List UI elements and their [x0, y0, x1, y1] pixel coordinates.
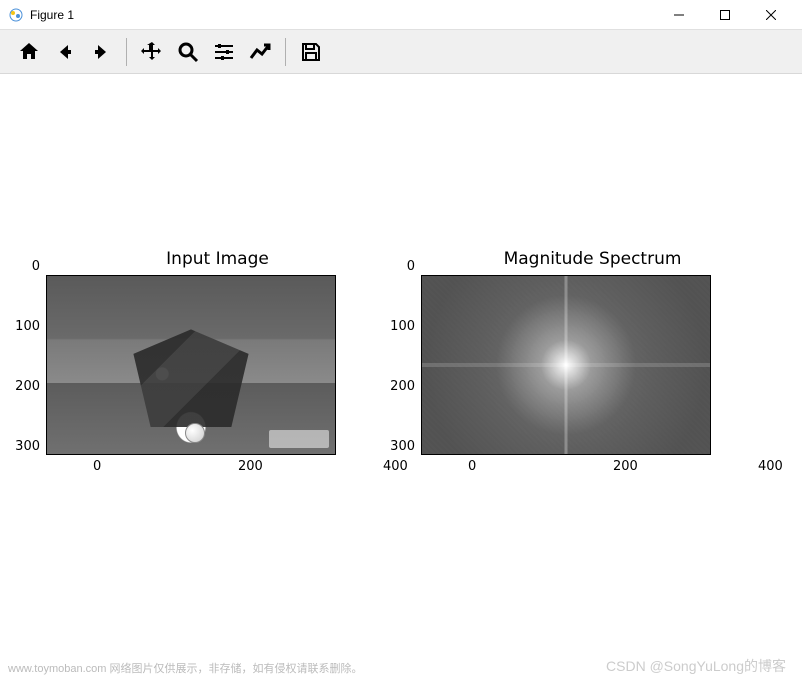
zoom-button[interactable]: [171, 35, 205, 69]
maximize-button[interactable]: [702, 0, 748, 30]
subplot-title: Magnitude Spectrum: [415, 249, 770, 269]
pan-button[interactable]: [135, 35, 169, 69]
input-image-content: [47, 276, 335, 454]
forward-arrow-icon: [89, 40, 113, 64]
minimize-button[interactable]: [656, 0, 702, 30]
toolbar-separator: [126, 38, 127, 66]
spectrum-image-content: [422, 276, 710, 454]
save-button[interactable]: [294, 35, 328, 69]
figure-canvas[interactable]: Input Image 0 100 200 300 0 200 400: [0, 74, 802, 656]
window-titlebar: Figure 1: [0, 0, 802, 30]
subplot-title: Input Image: [40, 249, 395, 269]
back-button[interactable]: [48, 35, 82, 69]
line-chart-icon: [248, 40, 272, 64]
zoom-icon: [176, 40, 200, 64]
back-arrow-icon: [53, 40, 77, 64]
watermark-left: www.toymoban.com 网络图片仅供展示，非存储，如有侵权请联系删除。: [8, 660, 362, 676]
matplotlib-toolbar: [0, 30, 802, 74]
image-axes[interactable]: [46, 275, 336, 455]
xtick-label: 400: [383, 459, 408, 474]
xtick-label: 0: [93, 459, 101, 474]
home-icon: [17, 40, 41, 64]
window-title: Figure 1: [30, 8, 656, 22]
save-icon: [299, 40, 323, 64]
xtick-label: 200: [238, 459, 263, 474]
sliders-icon: [212, 40, 236, 64]
subplot-magnitude-spectrum: Magnitude Spectrum 0 100 200 300 0 200 4…: [415, 249, 770, 459]
close-button[interactable]: [748, 0, 794, 30]
soccer-ball-icon: [185, 423, 205, 443]
toolbar-separator: [285, 38, 286, 66]
x-axis-ticks: 0 200 400: [480, 455, 770, 459]
x-axis-ticks: 0 200 400: [105, 455, 395, 459]
move-icon: [140, 40, 164, 64]
xtick-label: 400: [758, 459, 783, 474]
home-button[interactable]: [12, 35, 46, 69]
app-icon: [8, 7, 24, 23]
watermark-right: CSDN @SongYuLong的博客: [606, 656, 786, 676]
subplot-input-image: Input Image 0 100 200 300 0 200 400: [40, 249, 395, 459]
edit-axes-button[interactable]: [243, 35, 277, 69]
forward-button[interactable]: [84, 35, 118, 69]
window-controls: [656, 0, 794, 30]
subplot-row: Input Image 0 100 200 300 0 200 400: [40, 249, 782, 459]
xtick-label: 200: [613, 459, 638, 474]
configure-subplots-button[interactable]: [207, 35, 241, 69]
image-axes[interactable]: [421, 275, 711, 455]
xtick-label: 0: [468, 459, 476, 474]
